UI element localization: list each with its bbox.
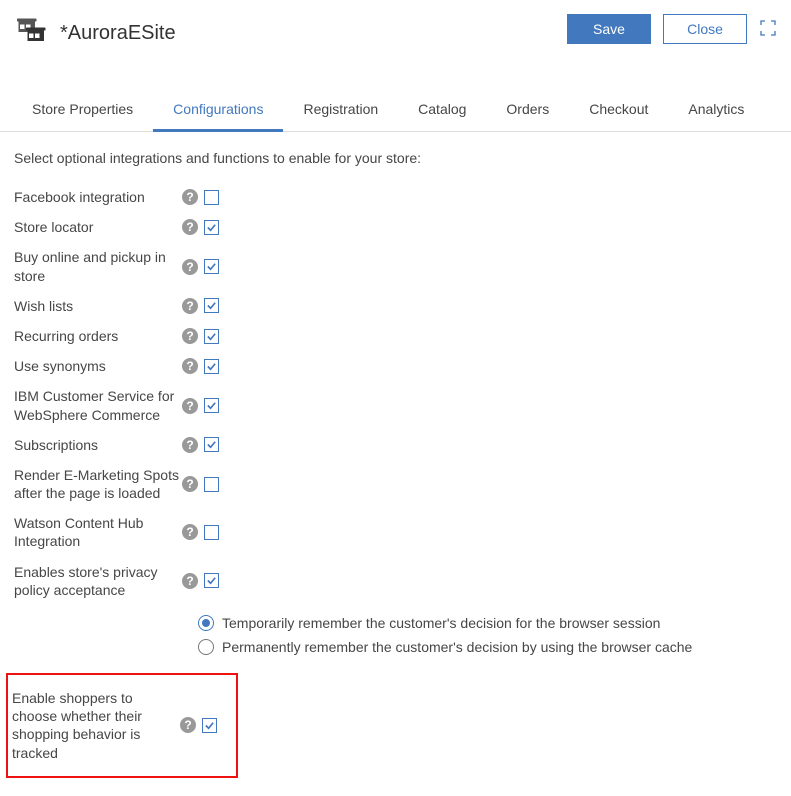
tracking-option-highlight: Enable shoppers to choose whether their … (6, 673, 238, 778)
checkbox-ibm-cs[interactable] (204, 398, 219, 413)
tabs-bar: Store PropertiesConfigurationsRegistrati… (0, 91, 791, 132)
help-icon[interactable]: ? (182, 219, 198, 235)
help-icon[interactable]: ? (182, 189, 198, 205)
radio-privacy-cache[interactable] (198, 639, 214, 655)
help-icon[interactable]: ? (182, 358, 198, 374)
option-row-store-locator: Store locator? (14, 212, 777, 242)
page-title: *AuroraESite (60, 22, 176, 45)
checkbox-subscriptions[interactable] (204, 437, 219, 452)
help-icon[interactable]: ? (182, 437, 198, 453)
help-icon[interactable]: ? (182, 298, 198, 314)
radio-privacy-session-label: Temporarily remember the customer's deci… (222, 615, 660, 631)
option-row-wish-lists: Wish lists? (14, 291, 777, 321)
option-label-render-espots: Render E-Marketing Spots after the page … (14, 466, 182, 502)
option-row-recurring: Recurring orders? (14, 321, 777, 351)
tab-store-properties[interactable]: Store Properties (12, 91, 153, 131)
option-row-privacy: Enables store's privacy policy acceptanc… (14, 557, 777, 605)
checkbox-wish-lists[interactable] (204, 298, 219, 313)
privacy-radio-group: Temporarily remember the customer's deci… (198, 605, 777, 665)
option-row-subscriptions: Subscriptions? (14, 430, 777, 460)
help-icon[interactable]: ? (182, 573, 198, 589)
option-label-bopis: Buy online and pickup in store (14, 248, 182, 284)
expand-icon[interactable] (759, 19, 777, 40)
option-label-synonyms: Use synonyms (14, 357, 182, 375)
checkbox-synonyms[interactable] (204, 359, 219, 374)
help-icon[interactable]: ? (182, 476, 198, 492)
option-row-synonyms: Use synonyms? (14, 351, 777, 381)
option-row-facebook: Facebook integration? (14, 182, 777, 212)
tab-orders[interactable]: Orders (486, 91, 569, 131)
option-label-tracking: Enable shoppers to choose whether their … (12, 689, 180, 762)
storefront-icon (14, 14, 50, 53)
tab-configurations[interactable]: Configurations (153, 91, 283, 132)
option-label-ibm-cs: IBM Customer Service for WebSphere Comme… (14, 387, 182, 423)
option-row-render-espots: Render E-Marketing Spots after the page … (14, 460, 777, 508)
option-label-privacy: Enables store's privacy policy acceptanc… (14, 563, 182, 599)
help-icon[interactable]: ? (182, 524, 198, 540)
tab-checkout[interactable]: Checkout (569, 91, 668, 131)
tab-analytics[interactable]: Analytics (668, 91, 764, 131)
checkbox-bopis[interactable] (204, 259, 219, 274)
option-label-watson-hub: Watson Content Hub Integration (14, 514, 182, 550)
radio-privacy-cache-label: Permanently remember the customer's deci… (222, 639, 692, 655)
intro-text: Select optional integrations and functio… (14, 150, 777, 166)
option-label-subscriptions: Subscriptions (14, 436, 182, 454)
option-row-watson-hub: Watson Content Hub Integration? (14, 508, 777, 556)
help-icon[interactable]: ? (180, 717, 196, 733)
checkbox-watson-hub[interactable] (204, 525, 219, 540)
checkbox-recurring[interactable] (204, 329, 219, 344)
checkbox-privacy[interactable] (204, 573, 219, 588)
help-icon[interactable]: ? (182, 328, 198, 344)
option-label-store-locator: Store locator (14, 218, 182, 236)
tab-registration[interactable]: Registration (283, 91, 398, 131)
close-button[interactable]: Close (663, 14, 747, 44)
checkbox-tracking[interactable] (202, 718, 217, 733)
option-label-facebook: Facebook integration (14, 188, 182, 206)
option-row-bopis: Buy online and pickup in store? (14, 242, 777, 290)
radio-privacy-session[interactable] (198, 615, 214, 631)
help-icon[interactable]: ? (182, 259, 198, 275)
tab-catalog[interactable]: Catalog (398, 91, 486, 131)
help-icon[interactable]: ? (182, 398, 198, 414)
checkbox-store-locator[interactable] (204, 220, 219, 235)
checkbox-facebook[interactable] (204, 190, 219, 205)
option-row-ibm-cs: IBM Customer Service for WebSphere Comme… (14, 381, 777, 429)
option-label-wish-lists: Wish lists (14, 297, 182, 315)
save-button[interactable]: Save (567, 14, 651, 44)
checkbox-render-espots[interactable] (204, 477, 219, 492)
option-label-recurring: Recurring orders (14, 327, 182, 345)
